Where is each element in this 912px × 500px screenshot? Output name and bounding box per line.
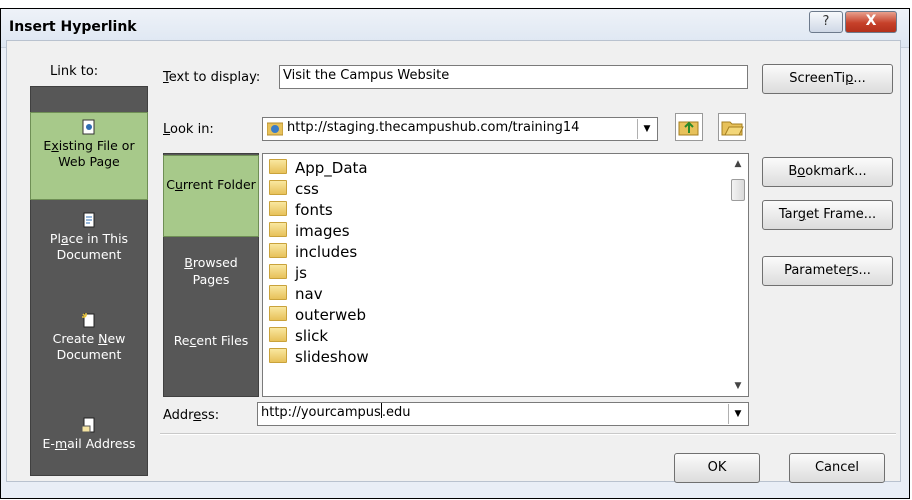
parameters-button[interactable]: Parameters... [762, 256, 893, 286]
folder-icon [269, 201, 287, 216]
close-icon: X [865, 13, 877, 29]
link-to-email-address[interactable]: E-mail Address [31, 417, 147, 467]
address-label: Address: [163, 408, 220, 423]
file-list-scrollbar[interactable]: ▲ ▼ [729, 155, 747, 395]
new-document-icon [82, 313, 95, 328]
email-address-icon [81, 417, 95, 433]
scrollbar-thumb[interactable] [731, 179, 745, 201]
folder-icon [269, 222, 287, 237]
list-item[interactable]: css [269, 179, 319, 199]
text-to-display-label: Text to display: [163, 70, 261, 85]
text-to-display-input[interactable]: Visit the Campus Website [279, 65, 748, 89]
dialog-title: Insert Hyperlink [9, 19, 137, 35]
folder-icon [269, 306, 287, 321]
ok-button[interactable]: OK [674, 453, 760, 483]
list-item[interactable]: images [269, 221, 350, 241]
web-folder-icon [267, 122, 283, 136]
list-item[interactable]: App_Data [269, 158, 368, 178]
cancel-button[interactable]: Cancel [789, 453, 885, 483]
address-input[interactable]: http://yourcampus.edu ▼ [257, 402, 749, 426]
look-in-dropdown[interactable]: http://staging.thecampushub.com/training… [262, 117, 658, 141]
browsed-pages-tab[interactable]: Browsed Pages [164, 254, 258, 294]
list-item[interactable]: nav [269, 284, 323, 304]
browse-file-button[interactable] [718, 113, 746, 141]
scroll-up-icon[interactable]: ▲ [729, 155, 747, 173]
folder-icon [269, 327, 287, 342]
existing-file-icon [82, 119, 95, 135]
bookmark-button[interactable]: Bookmark... [762, 157, 893, 187]
link-to-label-text: Existing File or Web Page [43, 138, 135, 169]
top-edge [0, 0, 912, 8]
help-icon: ? [822, 14, 830, 29]
look-in-value: http://staging.thecampushub.com/training… [287, 120, 580, 135]
scroll-down-icon[interactable]: ▼ [729, 377, 747, 395]
file-list[interactable]: App_Data css fonts images includes js na… [262, 153, 749, 397]
address-dropdown-arrow[interactable]: ▼ [728, 404, 747, 424]
folder-icon [269, 180, 287, 195]
list-item[interactable]: js [269, 263, 307, 283]
up-folder-icon [678, 121, 699, 136]
browse-mode-bar: Current Folder Browsed Pages Recent File… [163, 153, 259, 397]
current-folder-tab[interactable]: Current Folder [163, 155, 259, 237]
folder-icon [269, 348, 287, 363]
screentip-button[interactable]: ScreenTip... [762, 64, 893, 94]
link-to-label: Link to: [50, 64, 99, 79]
target-frame-button[interactable]: Target Frame... [762, 200, 893, 230]
list-item[interactable]: slideshow [269, 347, 369, 367]
folder-icon [269, 285, 287, 300]
link-to-bar: Existing File or Web Page Place in This … [30, 86, 148, 476]
footer-divider [160, 433, 896, 435]
place-in-document-icon [83, 212, 95, 228]
look-in-label: Look in: [163, 122, 214, 137]
up-one-folder-button[interactable] [675, 113, 703, 141]
link-to-create-new-document[interactable]: Create New Document [31, 312, 147, 382]
list-item[interactable]: fonts [269, 200, 333, 220]
folder-icon [269, 264, 287, 279]
folder-icon [269, 243, 287, 258]
folder-icon [269, 159, 287, 174]
list-item[interactable]: slick [269, 326, 328, 346]
recent-files-tab[interactable]: Recent Files [164, 332, 258, 372]
open-folder-icon [721, 121, 744, 136]
look-in-dropdown-arrow[interactable]: ▼ [637, 119, 656, 139]
help-button[interactable]: ? [809, 11, 843, 33]
link-to-place-in-document[interactable]: Place in This Document [31, 212, 147, 282]
list-item[interactable]: includes [269, 242, 357, 262]
link-to-existing-file[interactable]: Existing File or Web Page [30, 112, 148, 200]
list-item[interactable]: outerweb [269, 305, 366, 325]
close-button[interactable]: X [845, 11, 897, 33]
